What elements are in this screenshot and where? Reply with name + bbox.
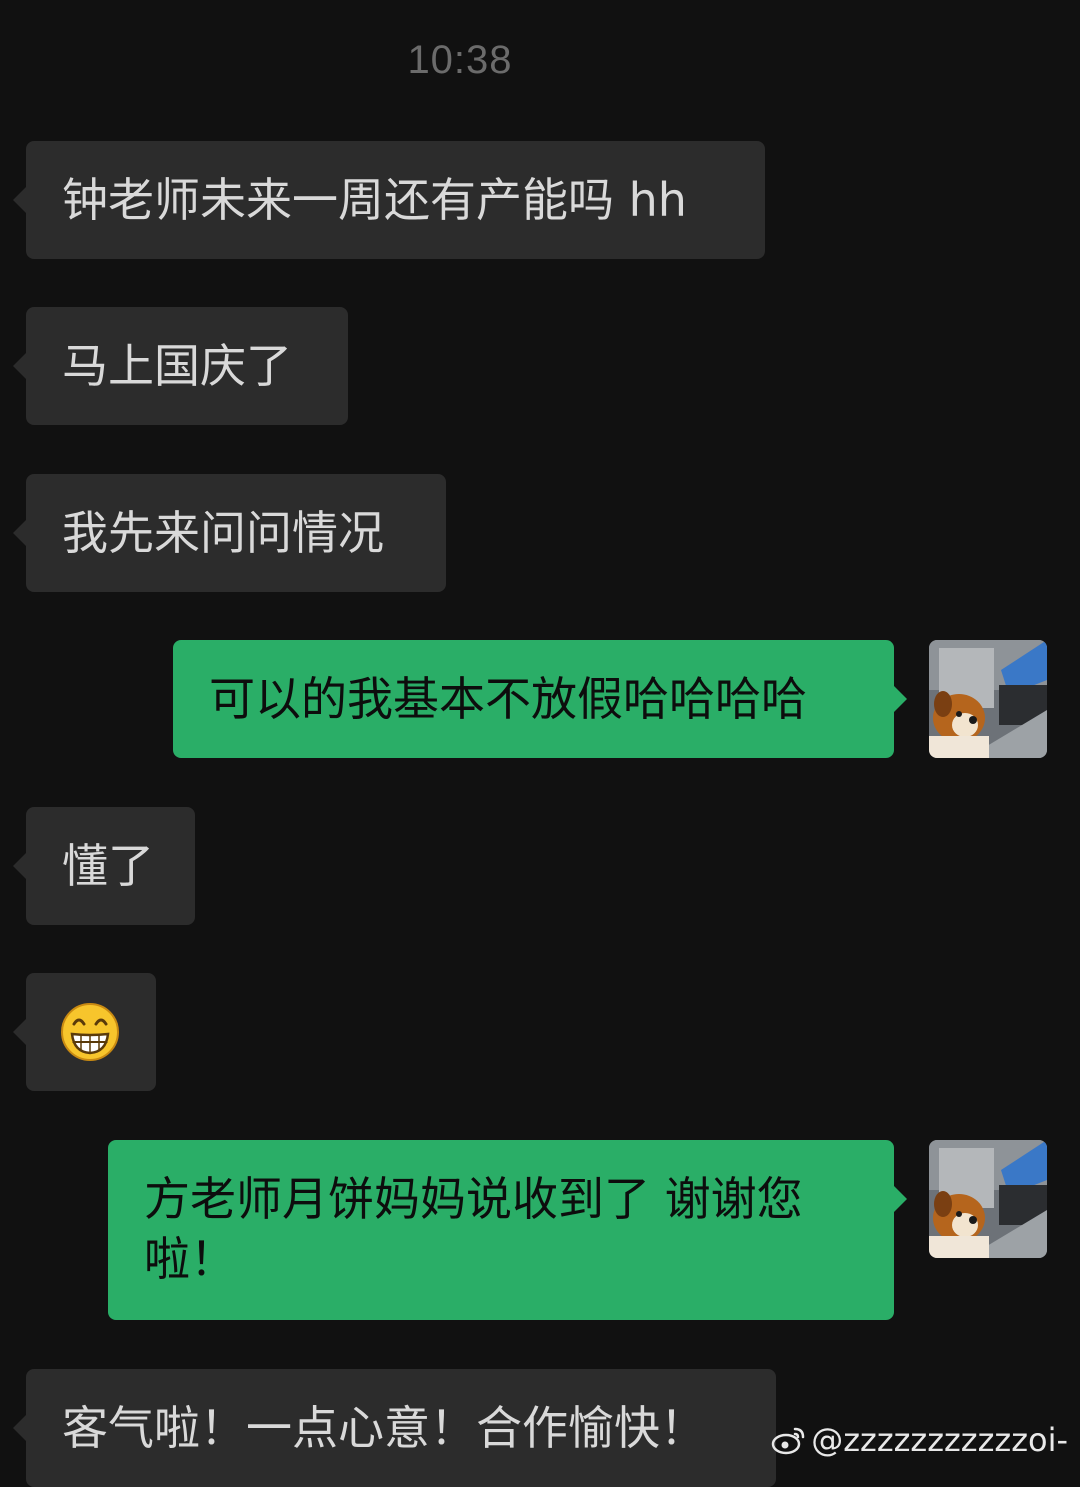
grin-emoji-icon (61, 1003, 119, 1061)
user-avatar[interactable] (929, 1140, 1047, 1258)
message-bubble-incoming[interactable]: 我先来问问情况 (13, 474, 446, 592)
message-text: 钟老师未来一周还有产能吗 hh (62, 173, 687, 227)
weibo-watermark: @zzzzzzzzzzzoi- (771, 1421, 1068, 1459)
message-bubble-incoming[interactable] (13, 973, 156, 1091)
message-timestamp: 10:38 (407, 38, 513, 82)
message-bubble-incoming[interactable]: 懂了 (13, 807, 195, 925)
message-bubble-incoming[interactable]: 马上国庆了 (13, 307, 348, 425)
dog-photo-icon (929, 640, 1047, 758)
message-bubble-outgoing[interactable]: 方老师月饼妈妈说收到了 谢谢您啦！ (108, 1140, 907, 1320)
message-text: 懂了 (62, 839, 154, 893)
watermark-text: @zzzzzzzzzzzoi- (811, 1421, 1068, 1459)
user-avatar[interactable] (929, 640, 1047, 758)
message-bubble-incoming[interactable]: 钟老师未来一周还有产能吗 hh (13, 141, 765, 259)
message-text: 马上国庆了 (62, 339, 292, 393)
message-text: 客气啦！一点心意！合作愉快！ (62, 1401, 706, 1455)
message-text: 可以的我基本不放假哈哈哈哈 (209, 672, 807, 726)
dog-photo-icon (929, 1140, 1047, 1258)
weibo-icon (771, 1427, 805, 1455)
message-bubble-incoming[interactable]: 客气啦！一点心意！合作愉快！ (13, 1369, 776, 1487)
message-text: 我先来问问情况 (62, 506, 384, 560)
message-text: 方老师月饼妈妈说收到了 谢谢您啦！ (144, 1172, 803, 1286)
message-bubble-outgoing[interactable]: 可以的我基本不放假哈哈哈哈 (173, 640, 907, 758)
